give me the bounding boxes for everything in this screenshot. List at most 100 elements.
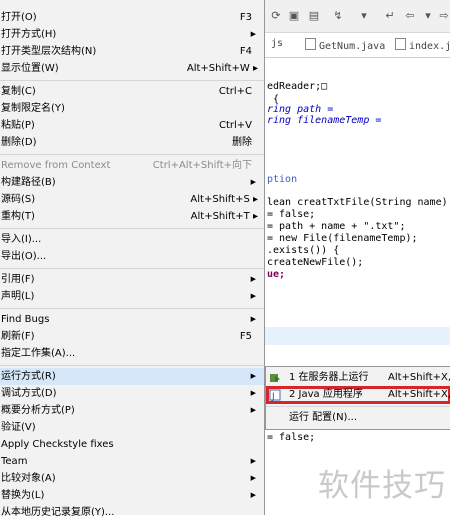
forward-icon[interactable]: ⇨	[437, 9, 450, 23]
menu-item-label: 概要分析方式(P)	[1, 405, 75, 416]
menu-item-import[interactable]: 导入(I)...	[0, 231, 264, 248]
menu-item-open-with[interactable]: 打开方式(H) ▶	[0, 26, 264, 43]
code-line: edReader;□	[267, 81, 328, 92]
menu-item-refactor[interactable]: 重构(T) Alt+Shift+T ▸	[0, 208, 264, 225]
menu-item-replace-with[interactable]: 替换为(L) ▶	[0, 487, 264, 504]
submenu-arrow-icon: ▶	[250, 457, 256, 465]
submenu-arrow-icon: ▶	[250, 372, 256, 380]
menu-item-label: 显示位置(W)	[1, 63, 59, 74]
submenu-item-label: 运行 配置(N)...	[289, 412, 357, 423]
menu-item-debug-as[interactable]: 调试方式(D) ▶	[0, 385, 264, 402]
toolbar-icon[interactable]: ↵	[383, 9, 397, 23]
toolbar-icon[interactable]: ↯	[331, 9, 345, 23]
menu-item-apply-checkstyle-fixes[interactable]: Apply Checkstyle fixes	[0, 436, 264, 453]
menu-item-team[interactable]: Team ▶	[0, 453, 264, 470]
submenu-item-label: 2 Java 应用程序	[289, 389, 363, 400]
menu-item-label: 重构(T)	[1, 211, 35, 222]
menu-item-label: 调试方式(D)	[1, 388, 57, 399]
menu-item-remove-from-context[interactable]: Remove from Context Ctrl+Alt+Shift+向下	[0, 157, 264, 174]
menu-item-label: 引用(F)	[1, 274, 35, 285]
menu-item-label: 打开类型层次结构(N)	[1, 46, 97, 57]
menu-item-find-bugs[interactable]: Find Bugs ▶	[0, 311, 264, 328]
menu-item-shortcut: Alt+Shift+T ▸	[190, 211, 258, 222]
menu-item-shortcut: 删除	[232, 137, 252, 148]
menu-item-open[interactable]: 打开(O) F3	[0, 9, 264, 26]
submenu-arrow-icon: ▶	[250, 30, 256, 38]
editor-toolbar: ⟳ ▣ ▤ ↯ ▾ ↵ ⇦ ▾ ⇨	[265, 0, 450, 33]
back-icon[interactable]: ⇦	[403, 9, 417, 23]
menu-item-copy-qualified-name[interactable]: 复制限定名(Y)	[0, 100, 264, 117]
toolbar-icon[interactable]: ▤	[307, 9, 321, 23]
tab-getnum-java[interactable]: GetNum.java	[305, 38, 385, 52]
editor-tabs: js GetNum.java index.jsp	[265, 33, 450, 58]
menu-item-label: 替换为(L)	[1, 490, 45, 501]
menu-item-label: 删除(D)	[1, 137, 37, 148]
menu-item-delete[interactable]: 删除(D) 删除	[0, 134, 264, 151]
menu-item-label: 运行方式(R)	[1, 371, 56, 382]
menu-item-label: 声明(L)	[1, 291, 35, 302]
jsp-file-icon	[395, 38, 406, 50]
submenu-arrow-icon: ▶	[250, 406, 256, 414]
menu-item-validate[interactable]: 验证(V)	[0, 419, 264, 436]
menu-item-label: 粘贴(P)	[1, 120, 35, 131]
submenu-item-java-application[interactable]: J 2 Java 应用程序 Alt+Shift+X, J	[266, 386, 450, 404]
menu-item-label: 构建路径(B)	[1, 177, 56, 188]
menu-item-label: 导入(I)...	[1, 234, 42, 245]
menu-item-label: Apply Checkstyle fixes	[1, 439, 114, 450]
menu-item-label: 导出(O)...	[1, 251, 47, 262]
menu-item-label: 复制(C)	[1, 86, 36, 97]
menu-item-paste[interactable]: 粘贴(P) Ctrl+V	[0, 117, 264, 134]
menu-item-shortcut: F3	[239, 12, 252, 23]
menu-item-compare-with[interactable]: 比较对象(A) ▶	[0, 470, 264, 487]
menu-item-assign-working-sets[interactable]: 指定工作集(A)...	[0, 345, 264, 362]
menu-item-label: Remove from Context	[1, 160, 111, 171]
menu-item-label: 打开方式(H)	[1, 29, 57, 40]
menu-item-shortcut: Alt+Shift+S ▸	[190, 194, 258, 205]
menu-item-open-type-hierarchy[interactable]: 打开类型层次结构(N) F4	[0, 43, 264, 60]
menu-item-refresh[interactable]: 刷新(F) F5	[0, 328, 264, 345]
submenu-arrow-icon: ▶	[250, 178, 256, 186]
menu-item-label: 打开(O)	[1, 12, 37, 23]
menu-item-run-as[interactable]: 运行方式(R) ▶	[0, 368, 264, 385]
menu-item-shortcut: F5	[239, 331, 252, 342]
code-line: ption	[267, 174, 298, 185]
submenu-item-run-on-server[interactable]: 1 在服务器上运行 Alt+Shift+X, R	[266, 369, 450, 387]
menu-item-show-in[interactable]: 显示位置(W) Alt+Shift+W ▸	[0, 60, 264, 77]
menu-item-label: 从本地历史记录复原(Y)...	[1, 507, 115, 518]
menu-separator	[0, 80, 264, 81]
menu-item-restore-from-local-history[interactable]: 从本地历史记录复原(Y)...	[0, 504, 264, 521]
submenu-item-run-configurations[interactable]: 运行 配置(N)...	[266, 409, 450, 427]
tab-index-jsp[interactable]: index.jsp	[395, 38, 450, 52]
menu-separator	[0, 228, 264, 229]
submenu-arrow-icon: ▶	[250, 474, 256, 482]
menu-item-label: Team	[1, 456, 28, 467]
menu-item-build-path[interactable]: 构建路径(B) ▶	[0, 174, 264, 191]
menu-item-source[interactable]: 源码(S) Alt+Shift+S ▸	[0, 191, 264, 208]
menu-item-declarations[interactable]: 声明(L) ▶	[0, 288, 264, 305]
submenu-arrow-icon: ▶	[250, 275, 256, 283]
toolbar-icon[interactable]: ▾	[357, 9, 371, 23]
menu-item-label: Find Bugs	[1, 314, 50, 325]
dropdown-icon[interactable]: ▾	[421, 9, 435, 23]
menu-item-label: 复制限定名(Y)	[1, 103, 65, 114]
toolbar-icon[interactable]: ⟳	[269, 9, 283, 23]
menu-separator	[0, 365, 264, 366]
tab-js[interactable]: js	[271, 38, 283, 49]
submenu-arrow-icon: ▶	[250, 389, 256, 397]
toolbar-icon[interactable]: ▣	[287, 9, 301, 23]
menu-item-copy[interactable]: 复制(C) Ctrl+C	[0, 83, 264, 100]
menu-item-export[interactable]: 导出(O)...	[0, 248, 264, 265]
menu-item-references[interactable]: 引用(F) ▶	[0, 271, 264, 288]
menu-item-label: 比较对象(A)	[1, 473, 56, 484]
code-line: ue;	[267, 269, 286, 280]
server-run-icon	[269, 372, 281, 384]
menu-item-shortcut: Ctrl+V	[218, 120, 252, 131]
menu-item-shortcut: F4	[239, 46, 252, 57]
menu-separator	[0, 268, 264, 269]
submenu-arrow-icon: ▶	[250, 315, 256, 323]
menu-item-profile-as[interactable]: 概要分析方式(P) ▶	[0, 402, 264, 419]
submenu-item-shortcut: Alt+Shift+X, R	[388, 372, 450, 383]
submenu-item-shortcut: Alt+Shift+X, J	[388, 389, 450, 400]
menu-item-label: 验证(V)	[1, 422, 36, 433]
submenu-arrow-icon: ▶	[250, 292, 256, 300]
